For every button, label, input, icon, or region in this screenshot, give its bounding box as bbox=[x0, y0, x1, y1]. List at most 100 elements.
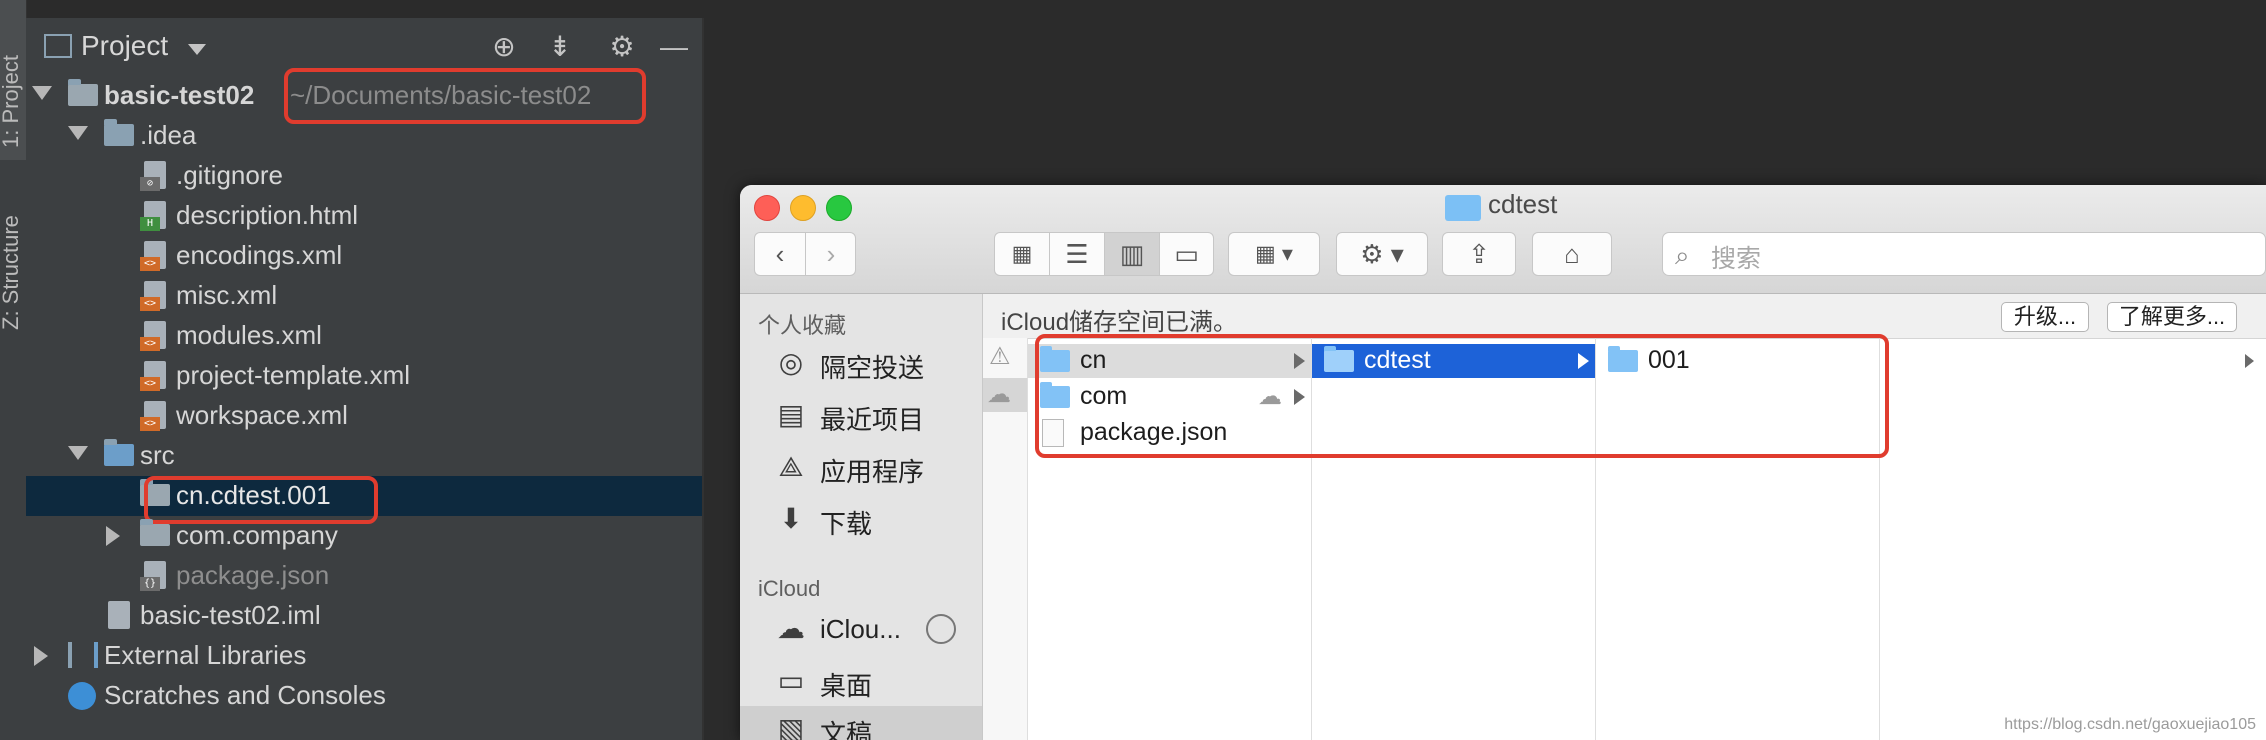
tree-row-workspace-xml[interactable]: <> workspace.xml bbox=[26, 396, 702, 436]
zoom-window-button[interactable] bbox=[826, 195, 852, 221]
scratches-icon bbox=[68, 682, 96, 710]
tree-label: .gitignore bbox=[176, 160, 283, 190]
sidebar-item-downloads[interactable]: ⬇ 下载 bbox=[740, 496, 982, 544]
xml-file-icon: <> bbox=[140, 241, 166, 271]
collapsed-arrow-icon[interactable] bbox=[34, 646, 48, 666]
tree-label: misc.xml bbox=[176, 280, 278, 310]
tree-label: description.html bbox=[176, 200, 359, 230]
favorites-heading: 个人收藏 bbox=[758, 313, 847, 338]
tags-button[interactable]: ⌂ bbox=[1532, 232, 1612, 276]
tree-row-external-libraries[interactable]: External Libraries bbox=[26, 636, 702, 676]
sidebar-item-airdrop[interactable]: ◎ 隔空投送 bbox=[740, 340, 982, 388]
xml-file-icon: <> bbox=[140, 281, 166, 311]
xml-file-icon: <> bbox=[140, 321, 166, 351]
tree-label: modules.xml bbox=[176, 320, 322, 350]
tree-row-encodings-xml[interactable]: <> encodings.xml bbox=[26, 236, 702, 276]
tree-label: project-template.xml bbox=[176, 360, 411, 390]
icon-view-icon[interactable]: ▦ bbox=[995, 233, 1050, 275]
back-button[interactable]: ‹ bbox=[755, 233, 806, 275]
downloads-icon: ⬇ bbox=[779, 503, 803, 534]
group-by-button[interactable]: ▦ ▾ bbox=[1228, 232, 1320, 276]
json-file-icon: {} bbox=[140, 561, 166, 591]
forward-button[interactable]: › bbox=[806, 233, 856, 275]
recents-icon: ▤ bbox=[777, 399, 805, 430]
gallery-view-icon[interactable]: ▭ bbox=[1160, 233, 1213, 275]
expanded-arrow-icon[interactable] bbox=[68, 126, 88, 140]
tree-label: src bbox=[140, 440, 175, 470]
project-panel-title[interactable]: Project bbox=[81, 30, 168, 62]
tree-label: encodings.xml bbox=[176, 240, 343, 270]
window-title: cdtest bbox=[1488, 189, 1558, 219]
tree-label: package.json bbox=[176, 560, 330, 590]
search-icon: ⌕ bbox=[1675, 240, 1690, 270]
upgrade-button[interactable]: 升级... bbox=[2001, 302, 2089, 332]
html-file-icon: H bbox=[140, 201, 166, 231]
tree-row-gitignore[interactable]: ⊘ .gitignore bbox=[26, 156, 702, 196]
tree-row-modules-xml[interactable]: <> modules.xml bbox=[26, 316, 702, 356]
structure-tool-tab[interactable]: Z: Structure bbox=[0, 215, 24, 330]
sidebar-item-documents[interactable]: ▧ 文稿 bbox=[740, 706, 982, 740]
sidebar-item-applications[interactable]: ⟁ 应用程序 bbox=[740, 444, 982, 492]
sidebar-item-desktop[interactable]: ▭ 桌面 bbox=[740, 658, 982, 706]
tree-row-com-company[interactable]: com.company bbox=[26, 516, 702, 556]
project-panel: Project ⊕ ⇟ ⚙ — basic-test02 ~/Documents… bbox=[26, 18, 704, 740]
gitignore-file-icon: ⊘ bbox=[140, 161, 166, 191]
learn-more-button[interactable]: 了解更多... bbox=[2107, 302, 2237, 332]
cloud-icon: ☁ bbox=[987, 381, 1011, 408]
sidebar-item-label: 下载 bbox=[820, 509, 873, 539]
banner-message: iCloud储存空间已满。 bbox=[1001, 309, 1238, 336]
list-view-icon[interactable]: ☰ bbox=[1050, 233, 1105, 275]
view-mode-selector: ▦ ☰ ▥ ▭ bbox=[994, 232, 1214, 276]
sidebar-item-label: 文稿 bbox=[820, 719, 873, 740]
action-gear-button[interactable]: ⚙ ▾ bbox=[1336, 232, 1428, 276]
sidebar-item-label: 桌面 bbox=[820, 671, 873, 701]
collapse-icon[interactable]: ⇟ bbox=[542, 30, 578, 64]
tree-row-iml[interactable]: basic-test02.iml bbox=[26, 596, 702, 636]
gear-icon[interactable]: ⚙ bbox=[604, 30, 640, 64]
close-window-button[interactable] bbox=[754, 195, 780, 221]
search-field[interactable]: ⌕ 搜索 bbox=[1662, 232, 2266, 276]
nav-buttons: ‹ › bbox=[754, 232, 856, 276]
tree-row-scratches[interactable]: Scratches and Consoles bbox=[26, 676, 702, 716]
module-label: basic-test02 bbox=[104, 80, 255, 110]
locate-icon[interactable]: ⊕ bbox=[486, 30, 522, 64]
tree-label: com.company bbox=[176, 520, 338, 550]
tree-row-description-html[interactable]: H description.html bbox=[26, 196, 702, 236]
finder-window: cdtest ‹ › ▦ ☰ ▥ ▭ ▦ ▾ ⚙ ▾ ⇪ ⌂ ⌕ 搜索 个人收藏… bbox=[740, 185, 2266, 740]
airdrop-icon: ◎ bbox=[778, 347, 804, 378]
minimize-window-button[interactable] bbox=[790, 195, 816, 221]
finder-sidebar: 个人收藏 ◎ 隔空投送 ▤ 最近项目 ⟁ 应用程序 ⬇ 下载 iCloud ☁ … bbox=[740, 294, 983, 740]
project-tool-tab[interactable]: 1: Project bbox=[0, 55, 24, 148]
tree-label: workspace.xml bbox=[176, 400, 348, 430]
cloud-alert-icon: ⚠ bbox=[989, 343, 1011, 370]
sidebar-item-label: iClou... bbox=[820, 614, 901, 644]
tree-row-misc-xml[interactable]: <> misc.xml bbox=[26, 276, 702, 316]
expanded-arrow-icon[interactable] bbox=[32, 86, 52, 100]
chevron-right-icon bbox=[2245, 354, 2254, 368]
tree-row-idea[interactable]: .idea bbox=[26, 116, 702, 156]
chevron-down-icon[interactable] bbox=[188, 44, 206, 55]
expanded-arrow-icon[interactable] bbox=[68, 446, 88, 460]
applications-icon: ⟁ bbox=[778, 451, 804, 482]
tree-row-package-json[interactable]: {} package.json bbox=[26, 556, 702, 596]
minimize-icon[interactable]: — bbox=[656, 30, 692, 64]
tree-row-project-template-xml[interactable]: <> project-template.xml bbox=[26, 356, 702, 396]
folder-icon bbox=[1445, 195, 1481, 221]
tree-label: basic-test02.iml bbox=[140, 600, 321, 630]
collapsed-arrow-icon[interactable] bbox=[106, 526, 120, 546]
tree-row-src[interactable]: src bbox=[26, 436, 702, 476]
share-button[interactable]: ⇪ bbox=[1442, 232, 1516, 276]
finder-toolbar: cdtest ‹ › ▦ ☰ ▥ ▭ ▦ ▾ ⚙ ▾ ⇪ ⌂ ⌕ 搜索 bbox=[740, 185, 2266, 294]
sidebar-item-recents[interactable]: ▤ 最近项目 bbox=[740, 392, 982, 440]
documents-icon: ▧ bbox=[777, 713, 805, 740]
icloud-heading: iCloud bbox=[758, 576, 821, 601]
source-folder-icon bbox=[104, 439, 134, 466]
watermark: https://blog.csdn.net/gaoxuejiao105 bbox=[2004, 716, 2256, 733]
libraries-icon bbox=[68, 642, 98, 668]
tool-window-stripe: 1: Project Z: Structure bbox=[0, 0, 27, 740]
column-view-icon[interactable]: ▥ bbox=[1105, 233, 1160, 275]
sidebar-item-icloud-drive[interactable]: ☁ iClou... bbox=[740, 606, 982, 654]
sidebar-item-label: 最近项目 bbox=[820, 405, 925, 435]
tree-label: Scratches and Consoles bbox=[104, 680, 386, 710]
storage-full-banner: iCloud储存空间已满。 升级... 了解更多... bbox=[983, 294, 2266, 339]
